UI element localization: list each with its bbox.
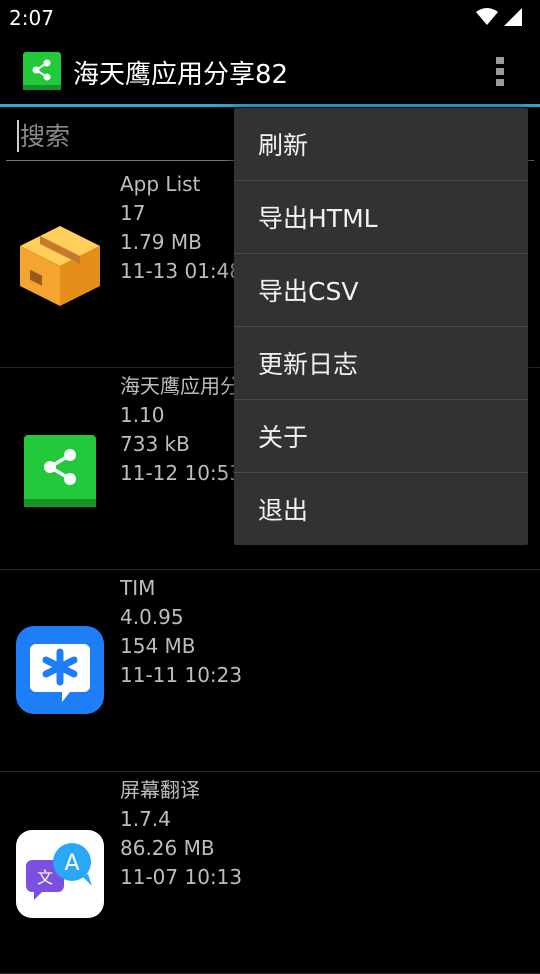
- app-info: TIM 4.0.95 154 MB 11-11 10:23: [120, 574, 242, 690]
- svg-text:文: 文: [37, 868, 53, 887]
- menu-item-exit[interactable]: 退出: [234, 473, 528, 545]
- wifi-icon: [476, 8, 498, 25]
- status-time: 2:07: [9, 6, 54, 30]
- app-version: 4.0.95: [120, 605, 184, 629]
- menu-item-export-html[interactable]: 导出HTML: [234, 181, 528, 254]
- status-bar: 2:07: [0, 0, 540, 36]
- app-name: TIM: [120, 576, 156, 600]
- app-info: 屏幕翻译 1.7.4 86.26 MB 11-07 10:13: [120, 776, 242, 892]
- menu-item-about[interactable]: 关于: [234, 400, 528, 473]
- app-title: 海天鹰应用分享82: [73, 60, 289, 90]
- more-vert-icon[interactable]: [490, 56, 510, 86]
- overflow-menu: 刷新 导出HTML 导出CSV 更新日志 关于 退出: [234, 108, 528, 545]
- signal-icon: [504, 8, 522, 26]
- app-bar-divider: [0, 104, 540, 107]
- app-size: 733 kB: [120, 432, 190, 456]
- app-size: 86.26 MB: [120, 836, 215, 860]
- translate-icon: 文 A: [16, 830, 104, 918]
- app-version: 1.10: [120, 403, 165, 427]
- app-version: 1.7.4: [120, 807, 171, 831]
- share-icon[interactable]: [23, 52, 61, 90]
- package-box-icon: [20, 226, 100, 306]
- list-item[interactable]: TIM 4.0.95 154 MB 11-11 10:23: [0, 570, 540, 772]
- app-bar: 海天鹰应用分享82: [0, 36, 540, 106]
- menu-item-refresh[interactable]: 刷新: [234, 108, 528, 181]
- tim-icon: [16, 626, 104, 714]
- list-item[interactable]: 文 A 屏幕翻译 1.7.4 86.26 MB 11-07 10:13: [0, 772, 540, 974]
- system-icons: [476, 8, 522, 26]
- app-date: 11-13 01:48: [120, 259, 243, 283]
- menu-item-changelog[interactable]: 更新日志: [234, 327, 528, 400]
- app-date: 11-12 10:53: [120, 461, 243, 485]
- app-name: 屏幕翻译: [120, 778, 200, 802]
- app-size: 1.79 MB: [120, 230, 202, 254]
- app-version: 17: [120, 201, 146, 225]
- app-name: 海天鹰应用分: [120, 374, 240, 398]
- app-info: App List 17 1.79 MB 11-13 01:48: [120, 170, 242, 286]
- app-name: App List: [120, 172, 201, 196]
- app-size: 154 MB: [120, 634, 196, 658]
- app-info: 海天鹰应用分 1.10 733 kB 11-12 10:53: [120, 372, 242, 488]
- share-icon: [24, 435, 96, 507]
- svg-text:A: A: [64, 851, 79, 876]
- app-date: 11-07 10:13: [120, 865, 243, 889]
- menu-item-export-csv[interactable]: 导出CSV: [234, 254, 528, 327]
- app-date: 11-11 10:23: [120, 663, 243, 687]
